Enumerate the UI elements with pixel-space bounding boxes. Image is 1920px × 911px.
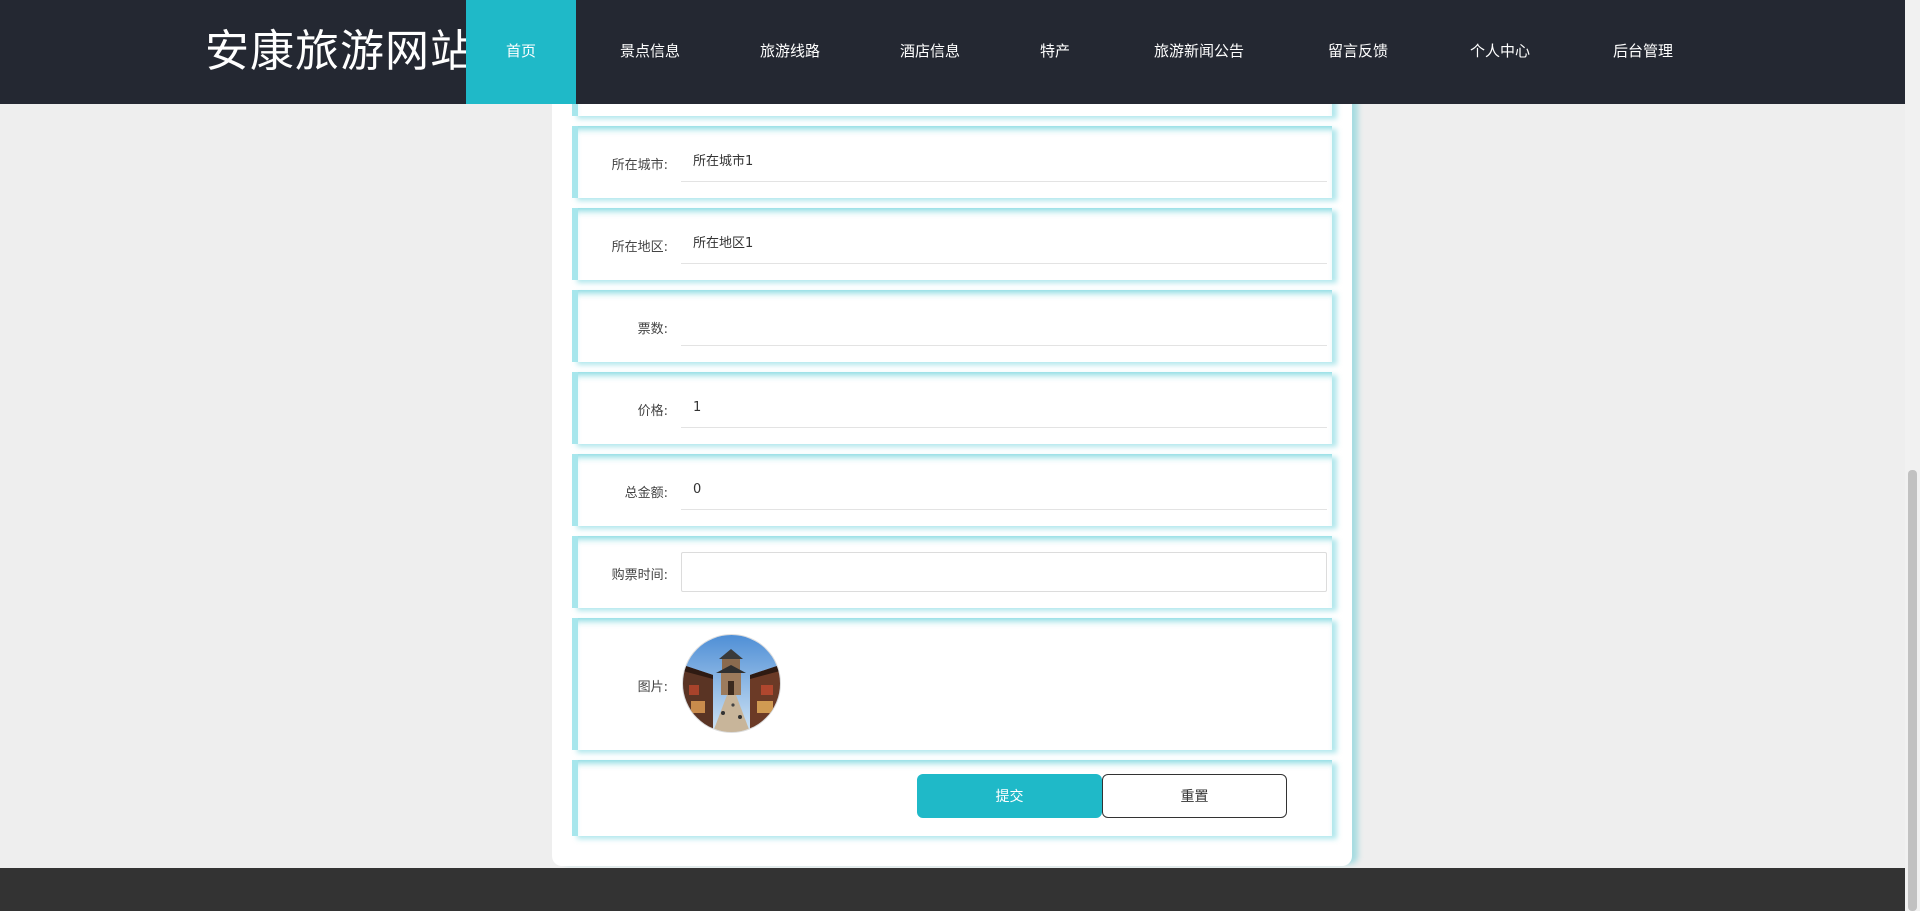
vertical-scrollbar[interactable] (1905, 0, 1920, 911)
form-row-tickets: 票数: (572, 290, 1332, 362)
purchase-time-label: 购票时间: (611, 568, 668, 583)
tickets-field[interactable] (681, 306, 1327, 346)
nav-item-hotels[interactable]: 酒店信息 (856, 0, 1004, 104)
nav-item-home[interactable]: 首页 (466, 0, 576, 104)
reset-button[interactable]: 重置 (1102, 774, 1287, 818)
submit-button[interactable]: 提交 (917, 774, 1102, 818)
street-scene-image (683, 635, 780, 732)
form-row-purchase-time: 购票时间: (572, 536, 1332, 608)
scrollbar-thumb[interactable] (1908, 470, 1917, 911)
top-navbar: 安康旅游网站 首页 景点信息 旅游线路 酒店信息 特产 旅游新闻公告 留言反馈 … (0, 0, 1905, 104)
image-label: 图片: (637, 680, 668, 695)
scenic-image-thumbnail[interactable] (682, 634, 781, 733)
total-field[interactable]: 0 (681, 470, 1327, 510)
city-field[interactable]: 所在城市1 (681, 142, 1327, 182)
district-label: 所在地区: (611, 240, 668, 255)
site-logo-title[interactable]: 安康旅游网站 (205, 24, 475, 80)
form-row-city: 所在城市: 所在城市1 (572, 126, 1332, 198)
price-field[interactable]: 1 (681, 388, 1327, 428)
nav-item-profile[interactable]: 个人中心 (1424, 0, 1576, 104)
form-row-total: 总金额: 0 (572, 454, 1332, 526)
nav-item-admin[interactable]: 后台管理 (1576, 0, 1710, 104)
tickets-label: 票数: (637, 322, 668, 337)
nav-item-feedback[interactable]: 留言反馈 (1292, 0, 1424, 104)
nav-item-specialties[interactable]: 特产 (1004, 0, 1106, 104)
form-row-actions: 提交 重置 (572, 760, 1332, 836)
purchase-time-input[interactable] (681, 552, 1327, 592)
district-field[interactable]: 所在地区1 (681, 224, 1327, 264)
total-label: 总金额: (624, 486, 668, 501)
form-row-price: 价格: 1 (572, 372, 1332, 444)
form-row-image: 图片: (572, 618, 1332, 750)
price-label: 价格: (637, 404, 668, 419)
city-label: 所在城市: (611, 158, 668, 173)
form-row-district: 所在地区: 所在地区1 (572, 208, 1332, 280)
nav-item-attractions[interactable]: 景点信息 (576, 0, 724, 104)
nav-item-routes[interactable]: 旅游线路 (724, 0, 856, 104)
main-nav: 首页 景点信息 旅游线路 酒店信息 特产 旅游新闻公告 留言反馈 个人中心 后台… (466, 0, 1710, 104)
page-footer (0, 868, 1905, 911)
nav-item-news[interactable]: 旅游新闻公告 (1106, 0, 1292, 104)
